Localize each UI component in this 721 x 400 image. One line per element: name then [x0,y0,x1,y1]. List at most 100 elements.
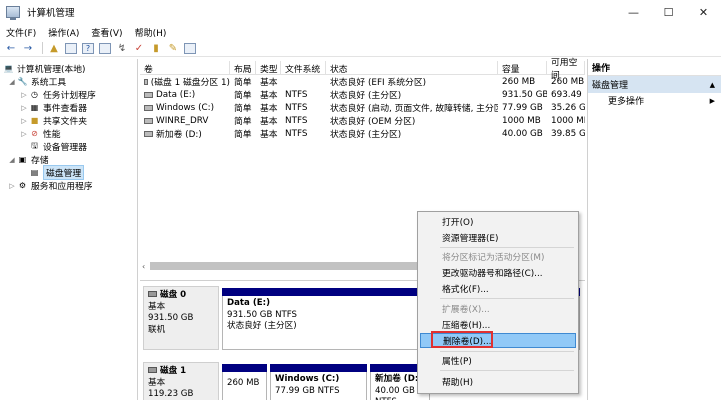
chevron-right-icon[interactable]: ▷ [8,182,16,190]
partition-bar [222,364,267,372]
menu-item-help[interactable]: 帮助(H) [420,374,576,389]
partition-efi[interactable]: 260 MB [222,364,267,400]
cell-status: 状态良好 (OEM 分区) [330,117,416,127]
menu-item-change-drive-letter[interactable]: 更改驱动器号和路径(C)... [420,265,576,280]
column-header-status[interactable]: 状态 [326,61,498,75]
menu-action[interactable]: 操作(A) [42,26,85,39]
cell-layout: 简单 [234,91,252,101]
menu-item-explorer[interactable]: 资源管理器(E) [420,230,576,245]
forward-arrow-icon[interactable]: → [21,42,35,55]
cell-volume: (磁盘 1 磁盘分区 1) [140,75,230,88]
menu-item-open[interactable]: 打开(O) [420,214,576,229]
tree-item-shared-folders[interactable]: ▷ ■ 共享文件夹 [20,114,87,127]
table-row[interactable]: Data (E:) 简单 基本 NTFS 状态良好 (主分区) 931.50 G… [140,88,585,101]
console-tree-icon[interactable] [65,42,77,54]
cell-filesystem: NTFS [285,102,308,113]
close-button[interactable]: ✕ [686,0,721,24]
volume-icon [144,91,153,98]
menu-item-format[interactable]: 格式化(F)... [420,281,576,296]
actions-section-disk-management[interactable]: 磁盘管理 ▲ [588,76,721,93]
export-list-icon[interactable]: ▮ [149,42,163,55]
menu-item-mark-active[interactable]: 将分区标记为活动分区(M) [420,249,576,264]
volume-icon [144,78,148,85]
disk-0-type: 基本 [148,301,166,312]
tree-label-event-viewer: 事件查看器 [43,104,87,114]
menu-help[interactable]: 帮助(H) [129,26,173,39]
cell-volume: 新加卷 (D:) [140,127,230,140]
volume-name: WINRE_DRV [156,115,209,126]
back-arrow-icon[interactable]: ← [4,42,18,55]
more-actions-item[interactable]: 更多操作 ▶ [588,93,721,108]
tree-item-task-scheduler[interactable]: ▷ ◷ 任务计划程序 [20,88,96,101]
tree-item-system-tools[interactable]: ◢ 🔧 系统工具 [8,75,66,88]
cell-status: 状态良好 (主分区) [330,130,402,140]
disk-0-size: 931.50 GB [148,313,194,323]
chevron-down-icon[interactable]: ◢ [8,156,16,164]
partition-title: Windows (C:) [275,374,340,384]
table-row[interactable]: WINRE_DRV 简单 基本 NTFS 状态良好 (OEM 分区) 1000 … [140,114,585,127]
column-header-type[interactable]: 类型 [256,61,281,75]
menu-view[interactable]: 查看(V) [85,26,128,39]
disk-0-label[interactable]: 磁盘 0 基本 931.50 GB 联机 [143,286,219,350]
cell-type: 基本 [260,104,278,114]
view-icon[interactable] [184,42,196,54]
properties-icon[interactable] [99,42,111,54]
refresh-icon[interactable]: ↯ [115,42,129,55]
cell-status: 状态良好 (EFI 系统分区) [330,78,427,88]
disk-0-state: 联机 [148,324,166,335]
wizard-icon[interactable]: ✎ [166,42,180,55]
disk-1-size: 119.23 GB [148,389,194,399]
collapse-up-icon[interactable]: ▲ [710,81,715,89]
tree-item-disk-management[interactable]: ▤ 磁盘管理 [28,165,85,180]
tree-label-services: 服务和应用程序 [31,182,93,192]
cell-free: 39.85 GB [551,128,585,139]
toolbar: ← → ▲ ? ↯ ✓ ▮ ✎ [0,40,721,57]
tree-label-performance: 性能 [43,130,61,140]
tree-item-event-viewer[interactable]: ▷ ▦ 事件查看器 [20,101,87,114]
performance-icon: ⊘ [31,129,38,138]
chevron-right-icon[interactable]: ▷ [20,130,28,138]
checklist-icon[interactable]: ✓ [132,42,146,55]
column-header-capacity[interactable]: 容量 [498,61,547,75]
disk-icon [148,291,157,297]
disk-0-name-text: 磁盘 0 [160,290,187,300]
computer-icon: 💻 [3,64,14,73]
table-row[interactable]: (磁盘 1 磁盘分区 1) 简单 基本 状态良好 (EFI 系统分区) 260 … [140,75,585,88]
partition-size: 77.99 GB NTFS [275,385,340,396]
menu-item-properties[interactable]: 属性(P) [420,353,576,368]
disk-1-label[interactable]: 磁盘 1 基本 119.23 GB 联机 [143,362,219,400]
disk-1-name-text: 磁盘 1 [160,366,187,376]
column-header-filesystem[interactable]: 文件系统 [281,61,326,75]
column-header-layout[interactable]: 布局 [230,61,256,75]
menu-file[interactable]: 文件(F) [0,26,42,39]
title-bar: 计算机管理 — ☐ ✕ [0,0,721,24]
chevron-right-icon[interactable]: ▷ [20,91,28,99]
minimize-button[interactable]: — [616,0,651,24]
device-manager-icon: 🖫 [31,140,38,150]
column-header-volume[interactable]: 卷 [140,61,230,75]
services-icon: ⚙ [18,181,27,190]
menu-item-shrink-volume[interactable]: 压缩卷(H)... [420,317,576,332]
up-folder-icon[interactable]: ▲ [47,42,61,55]
help-icon[interactable]: ? [82,42,94,54]
tree-item-services[interactable]: ▷ ⚙ 服务和应用程序 [8,179,93,192]
tree-label-disk-management: 磁盘管理 [43,165,85,180]
column-header-free[interactable]: 可用空间 [547,58,585,81]
menu-separator [440,351,574,352]
partition-windows-c[interactable]: Windows (C:) 77.99 GB NTFS [270,364,367,400]
scroll-left-icon[interactable]: ‹ [142,262,145,271]
menu-item-extend-volume[interactable]: 扩展卷(X)... [420,301,576,316]
cell-capacity: 931.50 GB [502,89,547,100]
chevron-down-icon[interactable]: ◢ [8,78,16,86]
chevron-right-icon[interactable]: ▷ [20,104,28,112]
chevron-right-icon[interactable]: ▷ [20,117,28,125]
tree-item-performance[interactable]: ▷ ⊘ 性能 [20,127,61,140]
menu-separator [440,370,574,371]
tree-item-root[interactable]: 💻 计算机管理(本地) [2,62,86,75]
table-row[interactable]: Windows (C:) 简单 基本 NTFS 状态良好 (启动, 页面文件, … [140,101,585,114]
table-row[interactable]: 新加卷 (D:) 简单 基本 NTFS 状态良好 (主分区) 40.00 GB … [140,127,585,140]
tree-item-device-manager[interactable]: 🖫 设备管理器 [28,140,87,154]
cell-free: 260 MB [551,76,585,87]
maximize-button[interactable]: ☐ [651,0,686,24]
partition-size: 260 MB [227,378,260,388]
